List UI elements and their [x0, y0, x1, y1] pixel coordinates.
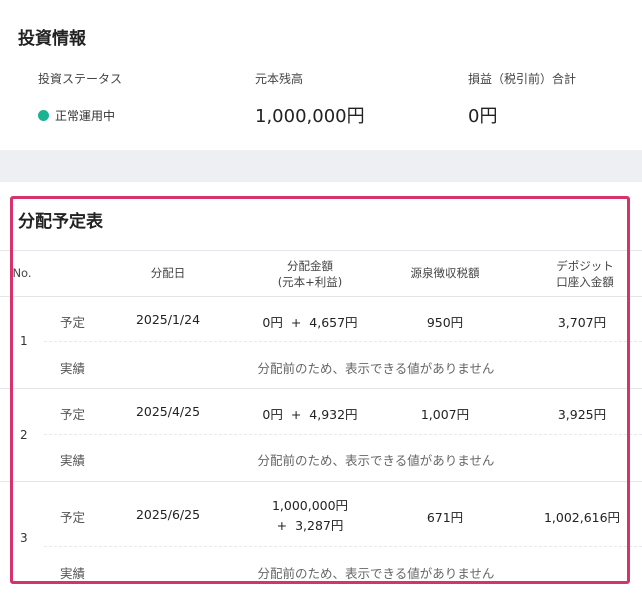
status-label: 投資ステータス: [38, 72, 123, 86]
distribution-amount: 0円 + 4,932円: [240, 404, 380, 423]
status-dot-icon: [38, 110, 49, 121]
header-deposit-line2: 口座入金額: [556, 275, 614, 289]
distribution-date: 2025/1/24: [135, 312, 201, 327]
plus-sign: +: [290, 315, 302, 330]
row-number: 2: [20, 428, 28, 442]
plan-label: 予定: [60, 510, 86, 525]
header-deposit-line1: デポジット: [556, 259, 614, 273]
table-top-border: [0, 250, 642, 251]
row-number: 3: [20, 531, 28, 545]
header-no: No.: [12, 266, 32, 280]
principal-amount: 0円: [262, 407, 283, 422]
header-amount-line1: 分配金額: [287, 259, 333, 273]
row-divider: [44, 434, 642, 435]
schedule-title: 分配予定表: [18, 212, 103, 232]
withholding-tax: 950円: [426, 315, 464, 330]
row-divider: [44, 341, 642, 342]
deposit-amount: 3,925円: [557, 407, 607, 422]
header-tax: 源泉徴収税額: [410, 266, 480, 280]
plan-label: 予定: [60, 407, 86, 422]
withholding-tax: 671円: [426, 510, 464, 525]
table-header-border: [0, 296, 642, 297]
distribution-amount: 0円 + 4,657円: [240, 312, 380, 331]
row-border: [0, 481, 642, 482]
deposit-amount: 3,707円: [557, 315, 607, 330]
actual-note: 分配前のため、表示できる値がありません: [257, 566, 495, 581]
profit-value: 0円: [468, 106, 498, 127]
plus-sign: +: [276, 518, 288, 533]
header-deposit: デポジット 口座入金額: [535, 258, 635, 290]
deposit-amount: 1,002,616円: [543, 510, 621, 525]
header-amount-line2: (元本+利益): [277, 275, 343, 289]
principal-value: 1,000,000円: [255, 106, 365, 127]
row-border: [0, 388, 642, 389]
profit-amount: 4,932円: [309, 407, 358, 422]
withholding-tax: 1,007円: [420, 407, 470, 422]
distribution-amount: 1,000,000円 + 3,287円: [240, 496, 380, 536]
plus-sign: +: [290, 407, 302, 422]
status-badge: 正常運用中: [38, 107, 115, 124]
investment-title: 投資情報: [18, 29, 86, 49]
profit-amount: 4,657円: [309, 315, 358, 330]
actual-label: 実績: [60, 453, 86, 468]
profit-label: 損益（税引前）合計: [468, 72, 577, 86]
actual-note: 分配前のため、表示できる値がありません: [257, 453, 495, 468]
header-amount: 分配金額 (元本+利益): [255, 258, 365, 290]
profit-amount: 3,287円: [295, 518, 344, 533]
header-date: 分配日: [150, 266, 186, 280]
principal-amount: 0円: [262, 315, 283, 330]
actual-label: 実績: [60, 566, 86, 581]
row-divider: [44, 546, 642, 547]
row-number: 1: [20, 334, 28, 348]
actual-note: 分配前のため、表示できる値がありません: [257, 361, 495, 376]
principal-label: 元本残高: [255, 72, 304, 86]
plan-label: 予定: [60, 315, 86, 330]
distribution-date: 2025/6/25: [135, 507, 201, 522]
status-value: 正常運用中: [55, 109, 116, 123]
actual-label: 実績: [60, 361, 86, 376]
distribution-date: 2025/4/25: [135, 404, 201, 419]
principal-amount: 1,000,000円: [271, 498, 349, 513]
